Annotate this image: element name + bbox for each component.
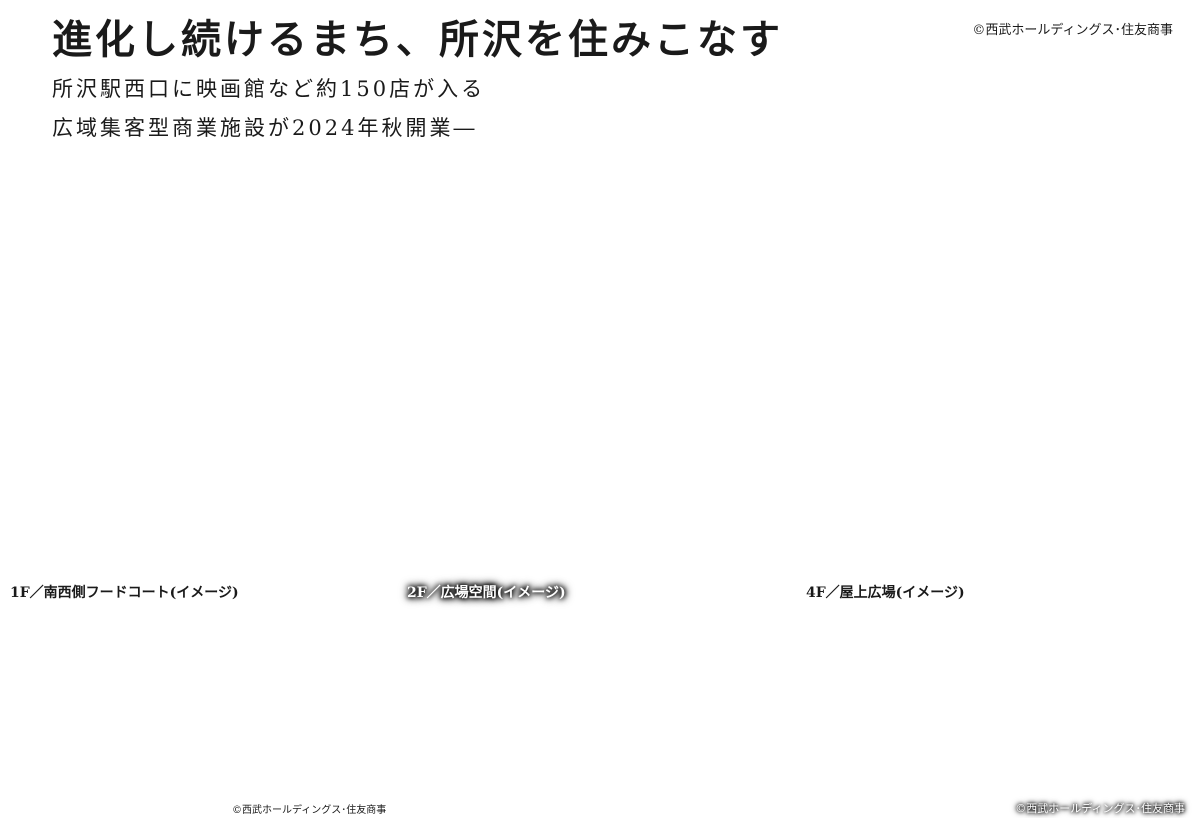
image-caption-2f: 2F／広場空間(イメージ) <box>407 585 566 601</box>
image-caption-4f: 4F／屋上広場(イメージ) <box>806 585 965 601</box>
copyright-credit-bottom-left: ©西武ホールディングス･住友商事 <box>232 805 387 816</box>
subhead-line-2: 広域集客型商業施設が2024年秋開業― <box>52 116 478 140</box>
copyright-credit-bottom-right: ©西武ホールディングス･住友商事 <box>1015 802 1185 815</box>
subhead-line-1: 所沢駅西口に映画館など約150店が入る <box>52 77 486 101</box>
copyright-credit-top: ©西武ホールディングス･住友商事 <box>972 23 1173 38</box>
headline: 進化し続けるまち、所沢を住みこなす <box>52 17 783 63</box>
image-caption-1f: 1F／南西側フードコート(イメージ) <box>10 585 239 601</box>
